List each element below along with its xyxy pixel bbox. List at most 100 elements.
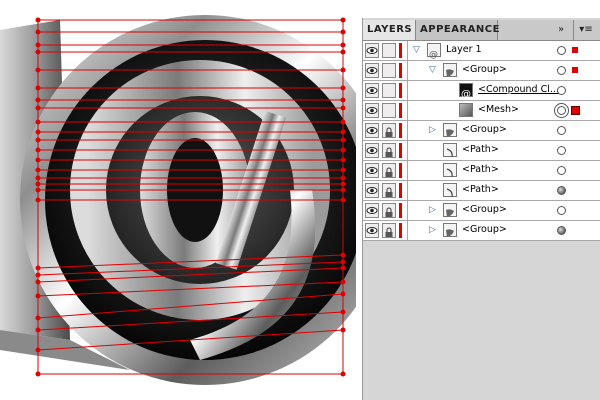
expand-triangle-icon[interactable]: ▷ [429, 225, 436, 235]
lock-icon[interactable] [382, 143, 396, 158]
lock-toggle[interactable] [382, 43, 396, 58]
row-gutter [407, 101, 408, 121]
visibility-eye-icon[interactable] [365, 223, 379, 238]
group-thumb-icon [443, 203, 457, 217]
layer-row[interactable]: ▷ <Group> [363, 221, 600, 241]
layer-row[interactable]: ▽ <Group> [363, 61, 600, 81]
visibility-eye-icon[interactable] [365, 183, 379, 198]
panel-menu-button[interactable]: ▾≡ [573, 20, 598, 40]
row-gutter [407, 181, 408, 201]
layer-row[interactable]: ▷ <Group> [363, 121, 600, 141]
layer-color-swatch [399, 123, 402, 138]
visibility-eye-icon[interactable] [365, 83, 379, 98]
target-circle-icon[interactable] [557, 206, 566, 215]
visibility-eye-icon[interactable] [365, 43, 379, 58]
layer-name[interactable]: <Group> [462, 204, 507, 215]
target-circle-icon[interactable] [557, 186, 566, 195]
lock-icon[interactable] [382, 223, 396, 238]
layer-name[interactable]: <Mesh> [478, 104, 519, 115]
layers-list: ▽ @ Layer 1 ▽ <Group> @ <Compound Cl... <Mesh> ▷… [363, 41, 600, 241]
visibility-eye-icon[interactable] [365, 63, 379, 78]
target-circle-icon[interactable] [557, 226, 566, 235]
row-gutter [407, 141, 408, 161]
layer-name[interactable]: <Path> [462, 164, 499, 175]
lock-icon[interactable] [382, 123, 396, 138]
layer-thumb-icon: @ [427, 43, 441, 60]
layer-name[interactable]: Layer 1 [446, 44, 482, 55]
row-gutter [407, 161, 408, 181]
path-thumb-icon [443, 183, 457, 198]
target-circle-icon[interactable] [557, 166, 566, 175]
visibility-eye-icon[interactable] [365, 203, 379, 218]
layer-row[interactable]: ▽ @ Layer 1 [363, 41, 600, 61]
layer-color-swatch [399, 63, 402, 78]
layer-name[interactable]: <Group> [462, 64, 507, 75]
layer-row[interactable]: <Path> [363, 141, 600, 161]
row-gutter [407, 81, 408, 101]
group-thumb-icon [443, 63, 457, 77]
target-circle-icon[interactable] [557, 146, 566, 155]
layer-row[interactable]: <Mesh> [363, 101, 600, 121]
lock-icon[interactable] [382, 163, 396, 178]
layer-color-swatch [399, 143, 402, 158]
at-symbol-artwork[interactable] [0, 0, 362, 400]
layer-name[interactable]: <Group> [462, 224, 507, 235]
target-circle-icon[interactable] [557, 66, 566, 75]
panel-tab-bar: LAYERS APPEARANCE » ▾≡ [363, 20, 600, 41]
row-gutter [407, 61, 408, 81]
visibility-eye-icon[interactable] [365, 103, 379, 118]
expand-triangle-icon[interactable]: ▷ [429, 205, 436, 215]
lock-toggle[interactable] [382, 83, 396, 98]
target-circle-icon[interactable] [557, 126, 566, 135]
expand-triangle-icon[interactable]: ▷ [429, 125, 436, 135]
layer-color-swatch [399, 163, 402, 178]
collapse-triangle-icon[interactable]: ▽ [429, 65, 436, 75]
layer-color-swatch [399, 43, 402, 58]
layer-name[interactable]: <Path> [462, 184, 499, 195]
layer-row[interactable]: <Path> [363, 161, 600, 181]
visibility-eye-icon[interactable] [365, 123, 379, 138]
layer-color-swatch [399, 183, 402, 198]
lock-toggle[interactable] [382, 103, 396, 118]
target-circle-icon[interactable] [557, 46, 566, 55]
layers-panel: LAYERS APPEARANCE » ▾≡ ▽ @ Layer 1 ▽ <Group>… [362, 18, 600, 400]
layer-row[interactable]: @ <Compound Cl... [363, 81, 600, 101]
svg-text:@: @ [429, 50, 438, 59]
target-circle-icon[interactable] [557, 86, 566, 95]
group-thumb-icon [443, 223, 457, 237]
path-thumb-icon [443, 163, 457, 178]
layer-color-swatch [399, 83, 402, 98]
layer-color-swatch [399, 103, 402, 118]
selection-marker[interactable] [572, 67, 578, 73]
collapse-panel-button[interactable]: » [553, 20, 569, 40]
row-gutter [407, 41, 408, 61]
row-gutter [407, 201, 408, 221]
layer-name[interactable]: <Path> [462, 144, 499, 155]
selection-marker[interactable] [572, 47, 578, 53]
lock-toggle[interactable] [382, 63, 396, 78]
lock-icon[interactable] [382, 183, 396, 198]
layer-row[interactable]: <Path> [363, 181, 600, 201]
selection-marker[interactable] [571, 106, 580, 115]
target-circle-icon[interactable] [557, 106, 566, 115]
compound-thumb-icon: @ [459, 83, 473, 100]
tab-layers[interactable]: LAYERS [363, 20, 416, 40]
layer-row[interactable]: ▷ <Group> [363, 201, 600, 221]
layer-name[interactable]: <Group> [462, 124, 507, 135]
layer-color-swatch [399, 203, 402, 218]
collapse-triangle-icon[interactable]: ▽ [413, 45, 420, 55]
tab-appearance[interactable]: APPEARANCE [416, 20, 499, 40]
panel-top-strip [362, 0, 600, 18]
svg-text:@: @ [461, 89, 471, 99]
layer-color-swatch [399, 223, 402, 238]
group-thumb-icon [443, 123, 457, 137]
layer-name[interactable]: <Compound Cl... [478, 84, 559, 95]
visibility-eye-icon[interactable] [365, 143, 379, 158]
path-thumb-icon [443, 143, 457, 158]
row-gutter [407, 121, 408, 141]
artboard-canvas[interactable] [0, 0, 362, 400]
lock-icon[interactable] [382, 203, 396, 218]
visibility-eye-icon[interactable] [365, 163, 379, 178]
mesh-thumb-icon [459, 103, 473, 117]
row-gutter [407, 221, 408, 241]
